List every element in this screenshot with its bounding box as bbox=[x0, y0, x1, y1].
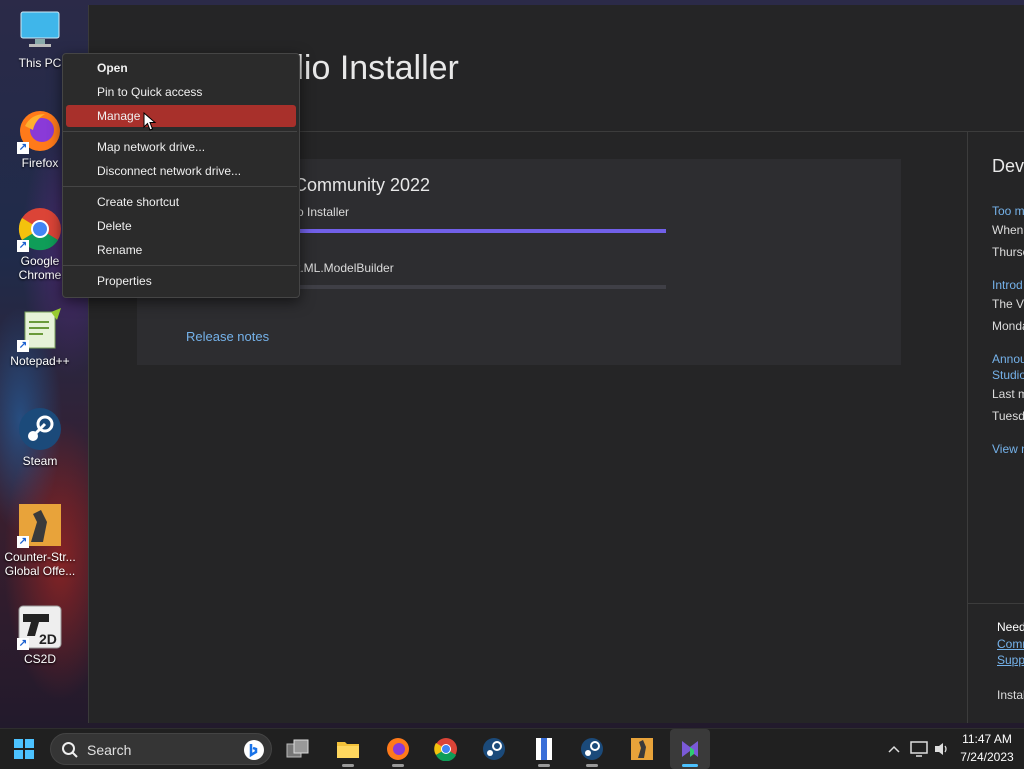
shortcut-arrow-icon: ↗ bbox=[17, 638, 29, 650]
desktop-icon-steam[interactable]: Steam bbox=[0, 406, 80, 468]
taskbar-firefox[interactable] bbox=[378, 729, 418, 769]
bing-icon[interactable] bbox=[243, 739, 265, 761]
network-button[interactable] bbox=[906, 729, 932, 769]
desktop-icon-csgo[interactable]: ↗ Counter-Str... Global Offe... bbox=[0, 502, 80, 578]
menu-item-create-shortcut[interactable]: Create shortcut bbox=[66, 191, 296, 213]
help-panel: Need Comr Supp Instal bbox=[967, 603, 1024, 724]
menu-separator bbox=[63, 131, 297, 132]
news-text: The Vi bbox=[992, 297, 1024, 311]
visual-studio-installer-icon bbox=[682, 741, 698, 757]
shortcut-arrow-icon: ↗ bbox=[17, 340, 29, 352]
chevron-up-icon bbox=[888, 745, 900, 753]
context-menu: Open Pin to Quick access Manage Map netw… bbox=[62, 53, 300, 298]
steam-icon bbox=[17, 406, 63, 452]
taskbar-steam[interactable] bbox=[474, 729, 514, 769]
menu-separator bbox=[63, 265, 297, 266]
news-text: Last m bbox=[992, 387, 1024, 401]
release-notes-link[interactable]: Release notes bbox=[186, 329, 269, 344]
installer-version-text: Instal bbox=[997, 688, 1024, 702]
steam-icon bbox=[483, 738, 505, 760]
package-progress-bar bbox=[297, 285, 666, 289]
shortcut-arrow-icon: ↗ bbox=[17, 536, 29, 548]
clock-date[interactable]: 7/24/2023 bbox=[954, 750, 1020, 764]
menu-item-rename[interactable]: Rename bbox=[66, 239, 296, 261]
clock-time[interactable]: 11:47 AM bbox=[954, 732, 1020, 746]
desktop-icon-label: Steam bbox=[22, 454, 58, 468]
taskbar-vs-installer[interactable] bbox=[670, 729, 710, 769]
news-link[interactable]: Introd bbox=[992, 277, 1023, 293]
running-indicator bbox=[392, 764, 404, 767]
menu-item-properties[interactable]: Properties bbox=[66, 270, 296, 292]
network-icon bbox=[910, 741, 928, 757]
taskbar-chrome[interactable] bbox=[426, 729, 466, 769]
menu-separator bbox=[63, 186, 297, 187]
volume-button[interactable] bbox=[930, 729, 954, 769]
menu-item-disconnect-network-drive[interactable]: Disconnect network drive... bbox=[66, 160, 296, 182]
main-progress-bar bbox=[297, 229, 666, 233]
svg-text:2D: 2D bbox=[39, 631, 57, 647]
main-progress-fill bbox=[297, 229, 666, 233]
menu-item-open[interactable]: Open bbox=[66, 57, 296, 79]
desktop-icon-notepadpp[interactable]: ↗ Notepad++ bbox=[0, 306, 80, 368]
taskbar-winrar[interactable] bbox=[524, 729, 564, 769]
help-link[interactable]: Supp bbox=[997, 652, 1024, 668]
news-date: Monda bbox=[992, 319, 1024, 333]
chrome-icon bbox=[434, 738, 457, 761]
running-indicator bbox=[586, 764, 598, 767]
menu-item-manage[interactable]: Manage bbox=[66, 105, 296, 127]
cs2d-icon: 2D ↗ bbox=[17, 604, 63, 650]
news-date: Thursc bbox=[992, 245, 1024, 259]
shortcut-arrow-icon: ↗ bbox=[17, 240, 29, 252]
archive-icon bbox=[536, 738, 552, 760]
speaker-icon bbox=[935, 743, 947, 755]
taskbar-csgo[interactable] bbox=[622, 729, 662, 769]
desktop-icon-cs2d[interactable]: 2D ↗ CS2D bbox=[0, 604, 80, 666]
mouse-cursor-icon bbox=[143, 111, 157, 137]
chrome-icon: ↗ bbox=[17, 206, 63, 252]
folder-icon bbox=[337, 742, 359, 758]
taskbar-file-explorer[interactable] bbox=[328, 729, 368, 769]
package-status: t.ML.ModelBuilder bbox=[297, 261, 394, 275]
windows-icon bbox=[14, 739, 34, 759]
task-view-icon bbox=[286, 739, 309, 758]
news-link[interactable]: Annou bbox=[992, 351, 1024, 367]
taskbar: Search 11:47 AM 7/24/2023 bbox=[0, 728, 1024, 769]
menu-item-map-network-drive[interactable]: Map network drive... bbox=[66, 136, 296, 158]
task-view-button[interactable] bbox=[278, 729, 318, 769]
firefox-icon bbox=[387, 738, 409, 760]
desktop-icon-label: Notepad++ bbox=[10, 354, 70, 368]
product-name: Community 2022 bbox=[294, 175, 431, 195]
desktop-icon-label: Counter-Str... Global Offe... bbox=[4, 550, 76, 578]
running-indicator bbox=[538, 764, 550, 767]
show-hidden-icons-button[interactable] bbox=[880, 729, 908, 769]
news-date: Tuesda bbox=[992, 409, 1024, 423]
news-text: When bbox=[992, 223, 1024, 237]
csgo-icon: ↗ bbox=[17, 502, 63, 548]
active-indicator bbox=[682, 764, 698, 767]
desktop-icon-label: CS2D bbox=[23, 652, 56, 666]
view-more-link[interactable]: View n bbox=[992, 441, 1024, 457]
help-link[interactable]: Comr bbox=[997, 636, 1024, 652]
notepadpp-icon: ↗ bbox=[17, 306, 63, 352]
desktop-icon-label: Google Chrome bbox=[18, 254, 62, 282]
taskbar-search[interactable]: Search bbox=[50, 733, 272, 765]
csgo-icon bbox=[631, 738, 653, 760]
help-text: Need bbox=[997, 620, 1024, 634]
menu-item-delete[interactable]: Delete bbox=[66, 215, 296, 237]
menu-item-pin-quick-access[interactable]: Pin to Quick access bbox=[66, 81, 296, 103]
taskbar-steam-2[interactable] bbox=[572, 729, 612, 769]
search-label: Search bbox=[87, 742, 132, 758]
product-status: o Installer bbox=[297, 205, 350, 219]
start-button[interactable] bbox=[4, 729, 44, 769]
news-link-line2[interactable]: Studio bbox=[992, 367, 1024, 383]
running-indicator bbox=[342, 764, 354, 767]
shortcut-arrow-icon: ↗ bbox=[17, 142, 29, 154]
firefox-icon: ↗ bbox=[17, 108, 63, 154]
installer-title: dio Installer bbox=[285, 49, 459, 87]
side-panel-title: Deve bbox=[992, 156, 1024, 176]
search-icon bbox=[62, 742, 78, 758]
steam-icon bbox=[581, 738, 603, 760]
monitor-icon bbox=[17, 8, 63, 54]
news-link[interactable]: Too m bbox=[992, 203, 1024, 219]
